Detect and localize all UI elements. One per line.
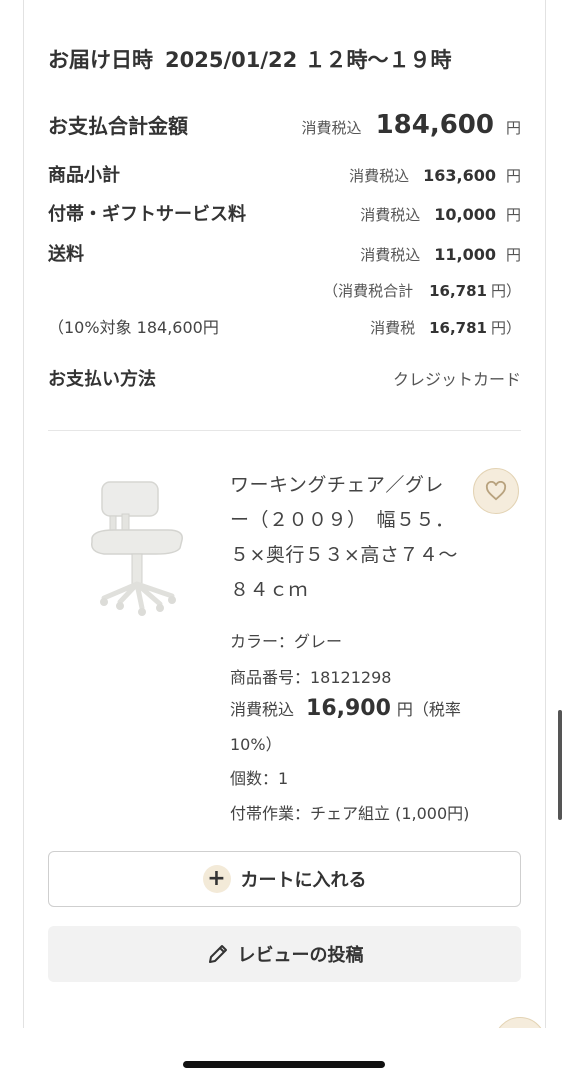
tax-total-label: （消費税合計: [323, 282, 414, 300]
section-divider: [48, 430, 521, 431]
gift-fee-tax-label: 消費税込: [360, 206, 421, 224]
product-name-link[interactable]: ワーキングチェア／グレー（２００９） 幅５５．５×奥行５３×高さ７４〜８４ｃｍ: [230, 468, 460, 608]
add-to-cart-label: カートに入れる: [240, 870, 367, 891]
product-price-row: 消費税込 16,900 円（税率: [230, 696, 461, 721]
shipping-yen: 円: [505, 246, 521, 264]
tax-total-suffix: 円）: [490, 282, 521, 300]
shipping-label: 送料: [48, 244, 84, 265]
product-code: 商品番号：18121298: [230, 668, 392, 687]
tax-rate-suffix: 円）: [490, 319, 521, 337]
payment-label: お支払い方法: [48, 369, 156, 390]
product-option: 付帯作業：チェア組立 (1,000円): [230, 804, 470, 823]
heart-icon: [485, 481, 507, 501]
post-review-button[interactable]: レビューの投稿: [48, 926, 521, 982]
tax-total-row: （消費税合計 16,781 円）: [48, 280, 521, 301]
product-quantity: 個数：1: [230, 769, 289, 788]
plus-icon: +: [202, 865, 231, 893]
shipping-tax-label: 消費税込: [360, 246, 421, 264]
pencil-icon: [208, 945, 227, 963]
product-price-tax-label: 消費税込: [230, 700, 295, 719]
tax-total-amount: 16,781: [429, 282, 487, 300]
subtotal-tax-label: 消費税込: [349, 167, 410, 185]
product-color: カラー：グレー: [230, 632, 343, 651]
next-item-favorite-button[interactable]: [494, 1017, 545, 1028]
favorite-button[interactable]: [473, 468, 519, 514]
subtotal-label: 商品小計: [48, 165, 120, 186]
payment-row: お支払い方法 クレジットカード: [48, 365, 521, 391]
add-to-cart-button[interactable]: + カートに入れる: [48, 851, 521, 907]
tax-rate-label: （10%対象 184,600円: [48, 318, 219, 337]
subtotal-yen: 円: [505, 167, 521, 185]
subtotal-amount: 163,600: [423, 166, 496, 185]
tax-rate-row: （10%対象 184,600円 消費税 16,781 円）: [48, 314, 521, 338]
total-amount: 184,600: [375, 110, 494, 140]
total-yen: 円: [505, 119, 521, 137]
total-tax-label: 消費税込: [301, 119, 362, 137]
total-row: お支払合計金額 消費税込 184,600 円: [48, 110, 521, 140]
product-image[interactable]: [64, 462, 224, 632]
product-price-rate: 10%）: [230, 735, 282, 754]
delivery-value: 2025/01/22 １２時〜１９時: [165, 48, 452, 72]
post-review-label: レビューの投稿: [237, 945, 364, 966]
subtotal-row: 商品小計 消費税込 163,600 円: [48, 161, 521, 187]
tax-rate-tax-label: 消費税: [370, 319, 416, 337]
gift-fee-yen: 円: [505, 206, 521, 224]
tax-rate-amount: 16,781: [429, 319, 487, 337]
product-price-suffix: 円（税率: [396, 700, 461, 719]
gift-fee-label: 付帯・ギフトサービス料: [48, 204, 246, 225]
scrollbar[interactable]: [558, 710, 562, 820]
product-price: 16,900: [306, 696, 391, 721]
delivery-label: お届け日時: [48, 48, 153, 72]
order-detail-card: お届け日時 2025/01/22 １２時〜１９時 お支払合計金額 消費税込 18…: [23, 0, 546, 1028]
gift-fee-row: 付帯・ギフトサービス料 消費税込 10,000 円: [48, 200, 521, 226]
total-label: お支払合計金額: [48, 114, 188, 138]
delivery-row: お届け日時 2025/01/22 １２時〜１９時: [48, 44, 521, 74]
payment-value: クレジットカード: [392, 370, 521, 389]
shipping-row: 送料 消費税込 11,000 円: [48, 240, 521, 266]
home-indicator[interactable]: [183, 1061, 385, 1068]
shipping-amount: 11,000: [434, 245, 496, 264]
chair-image: [91, 481, 183, 616]
gift-fee-amount: 10,000: [434, 205, 496, 224]
